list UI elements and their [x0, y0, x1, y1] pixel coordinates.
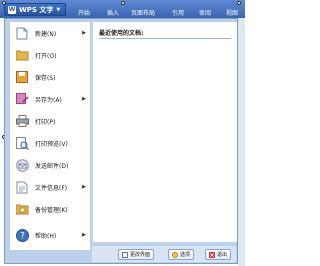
change-interface-button[interactable]: 更改界面 [118, 249, 155, 260]
selection-handle[interactable] [2, 1, 6, 5]
menu-item-save[interactable]: 保存(S) [10, 66, 90, 88]
wps-app-label: WPS 文字 [19, 5, 54, 14]
selection-handle[interactable] [237, 1, 241, 5]
menu-item-send-email[interactable]: 发送邮件(D) [10, 154, 90, 176]
wps-logo-icon: W [8, 5, 16, 14]
menu-item-label: 打印(P) [35, 118, 56, 126]
menu-item-label: 新建(N) [35, 30, 57, 38]
save-icon [15, 70, 29, 84]
new-document-icon [15, 26, 29, 40]
backup-icon [15, 202, 29, 216]
menu-item-label: 另存为(A) [35, 96, 62, 104]
open-folder-icon [15, 48, 29, 62]
options-button[interactable]: 选项 [168, 249, 195, 260]
tab-review[interactable]: 审阅 [199, 8, 211, 17]
change-interface-icon [122, 251, 128, 258]
menu-item-save-as[interactable]: 另存为(A) ▶ [10, 88, 90, 110]
save-as-icon [15, 92, 29, 106]
submenu-arrow-icon: ▶ [82, 96, 86, 102]
menu-item-print-preview[interactable]: 打印预览(V) [10, 132, 90, 154]
wps-app-menu-button[interactable]: W WPS 文字 ▼ [4, 3, 66, 16]
print-icon [15, 114, 29, 128]
recent-documents-pane: 最近使用的文档: [92, 22, 237, 242]
tab-home[interactable]: 开始 [78, 8, 90, 17]
print-preview-icon [15, 136, 29, 150]
document-edge [238, 18, 245, 266]
options-label: 选项 [180, 252, 191, 258]
menu-item-file-info[interactable]: 文件信息(F) ▶ [10, 176, 90, 198]
submenu-arrow-icon: ▶ [82, 30, 86, 36]
menu-item-open[interactable]: 打开(O) [10, 44, 90, 66]
menu-item-help[interactable]: ? 帮助(H) ▶ [10, 224, 90, 246]
submenu-arrow-icon: ▶ [82, 232, 86, 238]
tab-references[interactable]: 引用 [172, 8, 184, 17]
menu-item-new[interactable]: 新建(N) ▶ [10, 22, 90, 44]
menu-item-label: 打印预览(V) [35, 140, 68, 148]
exit-button[interactable]: 退出 [205, 249, 232, 260]
options-icon [172, 251, 178, 258]
email-icon [15, 158, 29, 172]
exit-icon [209, 251, 215, 258]
change-interface-label: 更改界面 [130, 252, 151, 258]
divider [99, 38, 231, 39]
chevron-down-icon: ▼ [56, 6, 61, 13]
menu-item-print[interactable]: 打印(P) [10, 110, 90, 132]
menu-item-label: 帮助(H) [35, 232, 57, 240]
help-icon: ? [15, 228, 29, 242]
tab-insert[interactable]: 插入 [107, 8, 119, 17]
menu-item-label: 保存(S) [35, 74, 56, 82]
selection-handle[interactable] [121, 1, 125, 5]
file-info-icon [15, 180, 29, 194]
menu-item-label: 打开(O) [35, 52, 57, 60]
tab-page-layout[interactable]: 页面布局 [131, 8, 155, 17]
menu-item-backup-management[interactable]: 备份管理(K) [10, 198, 90, 220]
menu-item-label: 备份管理(K) [35, 206, 68, 214]
menu-item-label: 发送邮件(D) [35, 162, 69, 170]
svg-text:?: ? [20, 231, 25, 241]
recent-documents-title: 最近使用的文档: [99, 30, 144, 37]
tab-view[interactable]: 视图 [226, 8, 238, 17]
menu-item-label: 文件信息(F) [35, 184, 68, 192]
exit-label: 退出 [217, 252, 228, 258]
submenu-arrow-icon: ▶ [82, 184, 86, 190]
